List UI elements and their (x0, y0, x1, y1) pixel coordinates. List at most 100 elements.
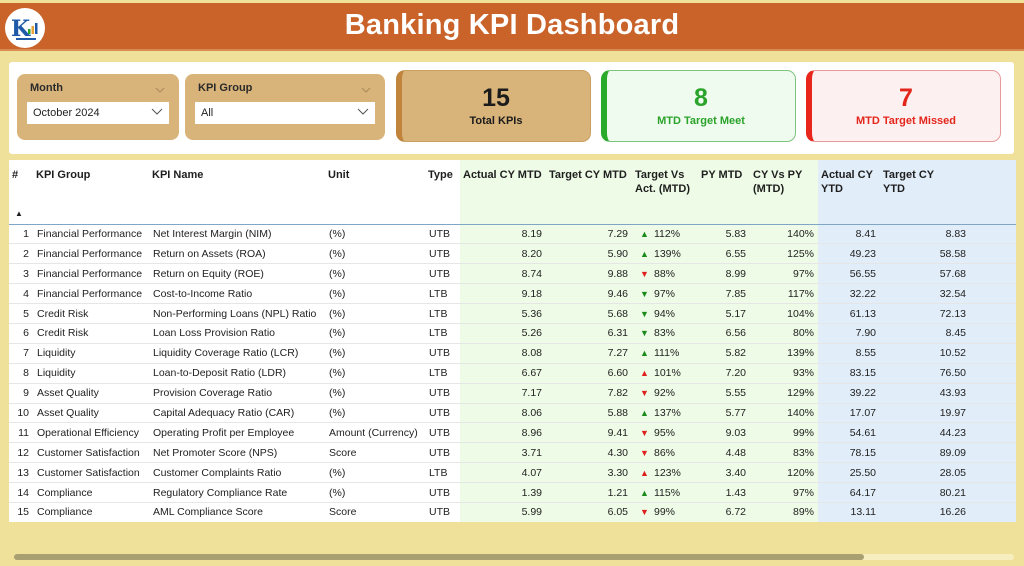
kpi-name-cell: Customer Complaints Ratio (149, 462, 325, 484)
unit-cell: Score (325, 442, 425, 464)
table-row[interactable]: 4 Financial Performance Cost-to-Income Rat… (9, 283, 1016, 305)
cy-vs-py-cell: 140% (750, 403, 818, 424)
table-row[interactable]: 13 Customer Satisfaction Customer Complain… (9, 462, 1016, 484)
row-number: 10 (9, 403, 33, 424)
horizontal-scrollbar[interactable] (14, 554, 1014, 560)
py-mtd-cell: 7.20 (698, 363, 750, 384)
target-vs-actual-value: 83% (654, 327, 676, 340)
cy-vs-py-cell: 120% (750, 462, 818, 484)
column-header-py-mtd[interactable]: PY MTD (698, 160, 750, 225)
row-number: 15 (9, 502, 33, 522)
table-row[interactable]: 12 Customer Satisfaction Net Promoter Scor… (9, 442, 1016, 464)
target-cy-ytd-cell: 58.58 (880, 243, 1016, 265)
chevron-down-icon[interactable] (155, 80, 165, 98)
triangle-up-icon: ▲ (640, 487, 649, 498)
column-header-actual-cy-mtd[interactable]: Actual CY MTD (460, 160, 546, 225)
kpi-group-cell: Asset Quality (33, 383, 149, 404)
mtd-target-meet-card: 8 MTD Target Meet (601, 70, 796, 142)
table-row[interactable]: 11 Operational Efficiency Operating Profit… (9, 422, 1016, 444)
table-row[interactable]: 8 Liquidity Loan-to-Deposit Ratio (LDR) (%)… (9, 363, 1016, 384)
column-header-type[interactable]: Type (425, 160, 460, 225)
actual-cy-mtd-cell: 9.18 (460, 283, 546, 305)
actual-cy-ytd-cell: 25.50 (818, 462, 880, 484)
column-header-cy-vs-py-mtd[interactable]: CY Vs PY (MTD) (750, 160, 818, 225)
actual-cy-ytd-cell: 8.41 (818, 224, 880, 245)
target-vs-actual-value: 123% (654, 466, 681, 479)
column-header-unit[interactable]: Unit (325, 160, 425, 225)
target-cy-mtd-cell: 5.90 (546, 243, 632, 265)
cy-vs-py-cell: 140% (750, 224, 818, 245)
column-header-actual-cy-ytd[interactable]: Actual CY YTD (818, 160, 880, 225)
table-row[interactable]: 14 Compliance Regulatory Compliance Rate (… (9, 482, 1016, 503)
kpi-name-cell: Return on Assets (ROA) (149, 243, 325, 265)
target-vs-actual-cell: ▼ 86% (632, 442, 698, 464)
table-row[interactable]: 3 Financial Performance Return on Equity (… (9, 263, 1016, 285)
table-row[interactable]: 5 Credit Risk Non-Performing Loans (NPL) R… (9, 303, 1016, 324)
py-mtd-cell: 5.82 (698, 343, 750, 364)
unit-cell: (%) (325, 343, 425, 364)
column-header-target-cy-mtd[interactable]: Target CY MTD (546, 160, 632, 225)
actual-cy-ytd-cell: 78.15 (818, 442, 880, 464)
actual-cy-mtd-cell: 8.08 (460, 343, 546, 364)
row-number: 5 (9, 303, 33, 324)
target-vs-actual-value: 86% (654, 446, 676, 459)
py-mtd-cell: 4.48 (698, 442, 750, 464)
target-cy-mtd-cell: 6.60 (546, 363, 632, 384)
column-header-target-vs-actual-mtd[interactable]: Target Vs Act. (MTD) (632, 160, 698, 225)
py-mtd-cell: 5.83 (698, 224, 750, 245)
target-vs-actual-cell: ▼ 92% (632, 383, 698, 404)
py-mtd-cell: 1.43 (698, 482, 750, 503)
actual-cy-mtd-cell: 4.07 (460, 462, 546, 484)
py-mtd-cell: 5.55 (698, 383, 750, 404)
unit-cell: (%) (325, 482, 425, 503)
month-label: Month (30, 82, 63, 94)
column-header-number[interactable]: # ▲ (9, 160, 33, 225)
target-cy-mtd-cell: 9.46 (546, 283, 632, 305)
actual-cy-mtd-cell: 8.06 (460, 403, 546, 424)
target-vs-actual-value: 137% (654, 406, 681, 419)
target-cy-mtd-cell: 7.27 (546, 343, 632, 364)
cy-vs-py-cell: 97% (750, 482, 818, 503)
target-vs-actual-cell: ▲ 111% (632, 343, 698, 364)
month-dropdown[interactable]: October 2024 (27, 102, 169, 124)
column-header-kpi-group[interactable]: KPI Group (33, 160, 149, 225)
table-row[interactable]: 10 Asset Quality Capital Adequacy Ratio (C… (9, 403, 1016, 424)
scrollbar-thumb[interactable] (14, 554, 864, 560)
column-header-kpi-name[interactable]: KPI Name (149, 160, 325, 225)
target-cy-mtd-cell: 7.29 (546, 224, 632, 245)
target-cy-mtd-cell: 4.30 (546, 442, 632, 464)
type-cell: UTB (425, 243, 460, 265)
cy-vs-py-cell: 129% (750, 383, 818, 404)
sort-ascending-icon[interactable]: ▲ (15, 207, 23, 221)
actual-cy-mtd-cell: 8.96 (460, 422, 546, 444)
actual-cy-mtd-cell: 8.20 (460, 243, 546, 265)
table-row[interactable]: 2 Financial Performance Return on Assets (… (9, 243, 1016, 265)
table-row[interactable]: 9 Asset Quality Provision Coverage Ratio (%… (9, 383, 1016, 404)
column-header-target-cy-ytd[interactable]: Target CY YTD (880, 160, 1016, 225)
table-row[interactable]: 7 Liquidity Liquidity Coverage Ratio (LCR)… (9, 343, 1016, 364)
row-number: 4 (9, 283, 33, 305)
target-vs-actual-cell: ▼ 97% (632, 283, 698, 305)
target-vs-actual-value: 99% (654, 506, 676, 519)
table-row[interactable]: 15 Compliance AML Compliance Score Score UTB… (9, 502, 1016, 522)
target-cy-ytd-cell: 43.93 (880, 383, 1016, 404)
row-number: 13 (9, 462, 33, 484)
cy-vs-py-cell: 99% (750, 422, 818, 444)
triangle-up-icon: ▲ (640, 348, 649, 359)
target-vs-actual-cell: ▲ 115% (632, 482, 698, 503)
chevron-down-icon[interactable] (361, 80, 371, 98)
py-mtd-cell: 8.99 (698, 263, 750, 285)
target-cy-mtd-cell: 5.68 (546, 303, 632, 324)
triangle-up-icon: ▲ (640, 248, 649, 259)
kpi-group-dropdown[interactable]: All (195, 102, 375, 124)
row-number: 2 (9, 243, 33, 265)
target-cy-mtd-cell: 9.88 (546, 263, 632, 285)
target-cy-ytd-cell: 32.54 (880, 283, 1016, 305)
table-row[interactable]: 6 Credit Risk Loan Loss Provision Ratio (%)… (9, 323, 1016, 344)
target-cy-mtd-cell: 1.21 (546, 482, 632, 503)
actual-cy-ytd-cell: 54.61 (818, 422, 880, 444)
table-row[interactable]: 1 Financial Performance Net Interest Margi… (9, 224, 1016, 245)
type-cell: UTB (425, 482, 460, 503)
kpi-group-label: KPI Group (198, 82, 253, 94)
mtd-target-missed-value: 7 (899, 83, 913, 112)
